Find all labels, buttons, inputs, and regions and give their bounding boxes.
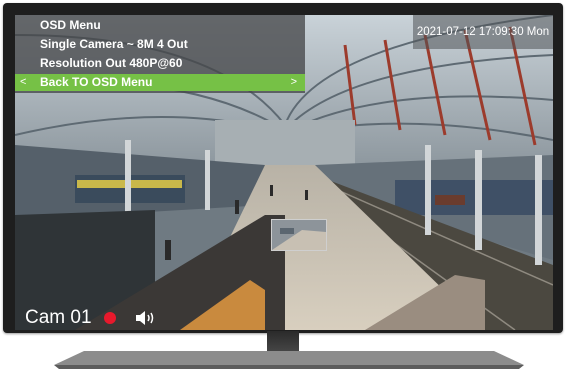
osd-back-menu-item[interactable]: < Back TO OSD Menu > xyxy=(15,74,305,91)
osd-camera-mode[interactable]: Single Camera ~ 8M 4 Out xyxy=(40,36,188,53)
timestamp-overlay: 2021-07-12 17:09:30 Mon xyxy=(413,15,553,49)
osd-resolution-out[interactable]: Resolution Out 480P@60 xyxy=(40,55,182,72)
osd-menu: OSD Menu Single Camera ~ 8M 4 Out Resolu… xyxy=(15,15,305,93)
camera-view: OSD Menu Single Camera ~ 8M 4 Out Resolu… xyxy=(15,15,553,330)
chevron-left-icon: < xyxy=(20,76,27,88)
tv-monitor: OSD Menu Single Camera ~ 8M 4 Out Resolu… xyxy=(3,3,563,333)
speaker-icon[interactable] xyxy=(135,310,157,326)
osd-back-label: Back TO OSD Menu xyxy=(40,75,153,89)
osd-menu-title: OSD Menu xyxy=(40,18,101,32)
pip-inset xyxy=(271,219,327,251)
chevron-right-icon: > xyxy=(290,76,297,88)
tv-stand-base xyxy=(54,351,524,369)
camera-name-label: Cam 01 xyxy=(25,307,92,328)
record-indicator-icon xyxy=(104,312,116,324)
